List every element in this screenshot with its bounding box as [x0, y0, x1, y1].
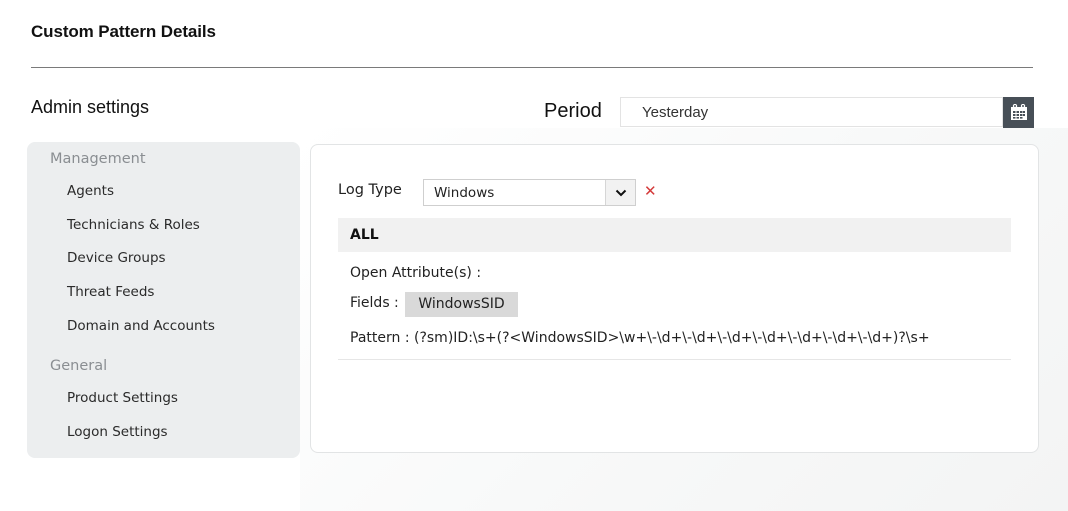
- sidebar-item-logon-settings[interactable]: Logon Settings: [67, 424, 168, 440]
- sidebar-item-product-settings[interactable]: Product Settings: [67, 390, 178, 406]
- page-title: Custom Pattern Details: [31, 22, 216, 41]
- pattern-value: (?sm)ID:\s+(?<WindowsSID>\w+\-\d+\-\d+\-…: [414, 330, 930, 346]
- admin-settings-heading: Admin settings: [31, 97, 150, 117]
- fields-label: Fields :: [350, 295, 399, 311]
- sidebar-item-agents[interactable]: Agents: [67, 183, 114, 199]
- sidebar-item-threat-feeds[interactable]: Threat Feeds: [67, 284, 154, 300]
- sidebar-section-general: General: [50, 358, 108, 374]
- pattern-row: Pattern : (?sm)ID:\s+(?<WindowsSID>\w+\-…: [350, 330, 930, 346]
- calendar-button[interactable]: [1003, 97, 1034, 128]
- sidebar-section-management: Management: [50, 151, 146, 167]
- group-label: ALL: [350, 227, 379, 243]
- sidebar-item-domain-accounts[interactable]: Domain and Accounts: [67, 318, 215, 334]
- open-attributes-label: Open Attribute(s) :: [350, 265, 482, 281]
- log-type-select[interactable]: Windows: [423, 179, 636, 206]
- title-divider: [31, 67, 1033, 68]
- admin-sidebar: Management Agents Technicians & Roles De…: [27, 142, 300, 458]
- close-icon[interactable]: ✕: [644, 182, 657, 200]
- dropdown-toggle[interactable]: [605, 180, 635, 205]
- log-type-value: Windows: [434, 185, 495, 201]
- chevron-down-icon: [615, 189, 626, 196]
- pattern-label: Pattern :: [350, 330, 410, 346]
- group-header: ALL: [338, 218, 1011, 252]
- sidebar-item-device-groups[interactable]: Device Groups: [67, 250, 166, 266]
- period-input[interactable]: Yesterday: [620, 97, 1003, 127]
- field-chip: WindowsSID: [405, 292, 518, 317]
- period-label: Period: [544, 100, 602, 122]
- log-type-label: Log Type: [338, 182, 402, 198]
- calendar-icon: [1010, 104, 1027, 120]
- sidebar-item-technicians-roles[interactable]: Technicians & Roles: [67, 217, 200, 233]
- pattern-details-panel: Log Type Windows ✕ ALL Open Attribute(s)…: [310, 144, 1039, 453]
- panel-divider: [338, 359, 1011, 360]
